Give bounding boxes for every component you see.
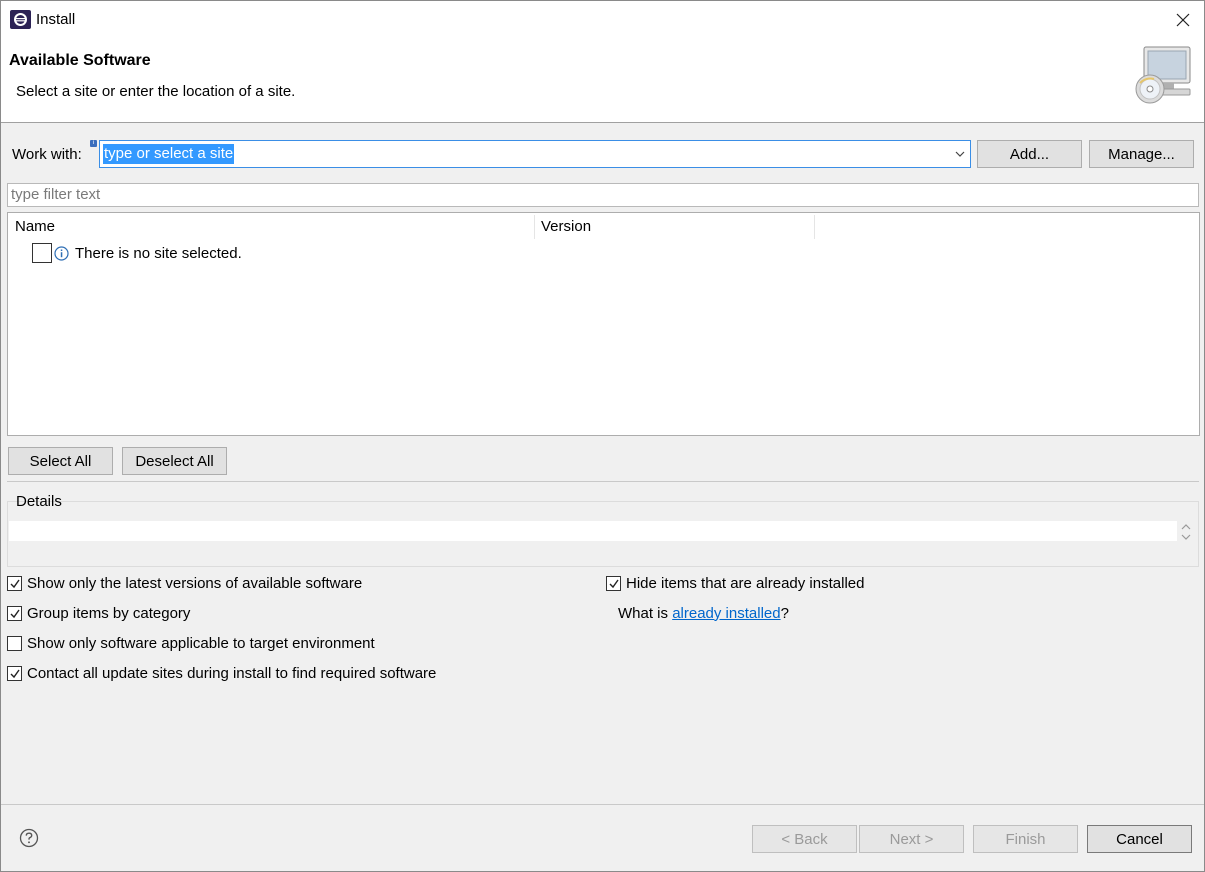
add-site-button[interactable]: Add... [977, 140, 1082, 168]
divider [7, 481, 1199, 482]
already-installed-link[interactable]: already installed [672, 605, 780, 622]
deselect-all-button[interactable]: Deselect All [122, 447, 227, 475]
chevron-down-icon[interactable] [954, 148, 966, 160]
close-button[interactable] [1168, 5, 1198, 35]
option-contact-all-sites[interactable]: Contact all update sites during install … [7, 663, 436, 683]
install-dialog: Install Available Software Select a site… [0, 0, 1205, 872]
checkbox-checked[interactable] [7, 575, 22, 591]
next-button[interactable]: Next > [859, 825, 964, 853]
tree-row-text: There is no site selected. [75, 244, 242, 262]
option-label: Show only the latest versions of availab… [27, 574, 363, 592]
option-latest-versions[interactable]: Show only the latest versions of availab… [7, 573, 362, 593]
close-icon [1176, 13, 1190, 27]
window-title: Install [36, 11, 76, 28]
details-text-area[interactable] [9, 521, 1177, 541]
option-label: Group items by category [27, 604, 191, 622]
what-is-prefix: What is [618, 604, 673, 622]
page-description: Select a site or enter the location of a… [16, 83, 296, 100]
tree-row[interactable]: There is no site selected. [32, 242, 242, 264]
software-tree[interactable]: Name Version There is no site selected. [7, 212, 1200, 436]
checkmark-icon [10, 609, 20, 618]
title-bar: Install [1, 1, 1204, 39]
what-is-suffix: ? [780, 604, 789, 622]
tree-row-checkbox[interactable] [32, 243, 52, 263]
what-is-installed-text: What is already installed ? [618, 603, 789, 623]
option-label: Contact all update sites during install … [27, 664, 437, 682]
header-banner: Available Software Select a site or ente… [1, 39, 1204, 123]
back-button[interactable]: < Back [752, 825, 857, 853]
work-with-label: Work with: [12, 146, 82, 163]
column-divider[interactable] [814, 215, 815, 239]
help-icon[interactable] [19, 828, 39, 848]
manage-sites-button[interactable]: Manage... [1089, 140, 1194, 168]
select-all-button[interactable]: Select All [8, 447, 113, 475]
work-with-combo[interactable]: type or select a site [99, 140, 971, 168]
option-label: Hide items that are already installed [626, 574, 865, 592]
checkbox-unchecked[interactable] [7, 635, 22, 651]
option-hide-installed[interactable]: Hide items that are already installed [606, 573, 864, 593]
info-decoration-icon: i [90, 140, 97, 147]
filter-input[interactable]: type filter text [7, 183, 1199, 207]
work-with-value[interactable]: type or select a site [103, 144, 235, 164]
cancel-button[interactable]: Cancel [1087, 825, 1192, 853]
footer-divider [1, 804, 1204, 805]
checkmark-icon [10, 579, 20, 588]
eclipse-icon [10, 10, 31, 29]
info-icon [54, 245, 69, 261]
option-group-by-category[interactable]: Group items by category [7, 603, 190, 623]
checkbox-checked[interactable] [606, 575, 621, 591]
checkmark-icon [609, 579, 619, 588]
finish-button[interactable]: Finish [973, 825, 1078, 853]
install-cd-monitor-icon [1135, 46, 1191, 104]
page-title: Available Software [9, 52, 151, 69]
checkmark-icon [10, 669, 20, 678]
column-header-version[interactable]: Version [534, 213, 814, 240]
column-header-name[interactable]: Name [8, 213, 534, 240]
option-label: Show only software applicable to target … [27, 634, 375, 652]
option-applicable-only[interactable]: Show only software applicable to target … [7, 633, 375, 653]
checkbox-checked[interactable] [7, 665, 22, 681]
details-label: Details [16, 493, 62, 510]
checkbox-checked[interactable] [7, 605, 22, 621]
scroll-arrows-icon[interactable] [1180, 522, 1192, 542]
